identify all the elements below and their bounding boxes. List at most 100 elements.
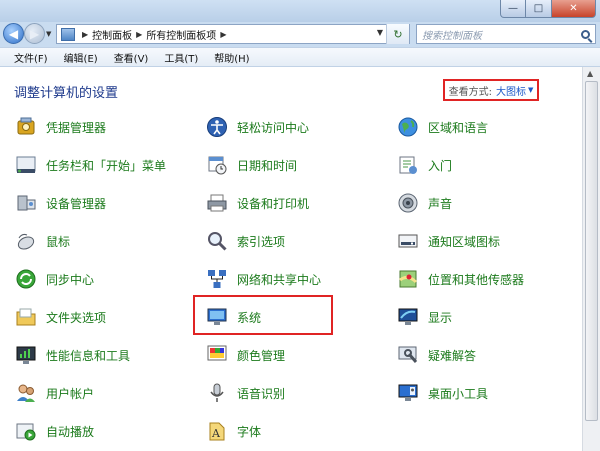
address-bar[interactable]: ▶ 控制面板 ▶ 所有控制面板项 ▶ ▼ ↻ (56, 24, 410, 44)
back-arrow-icon: ◀ (8, 26, 19, 41)
item-sound[interactable]: 声音 (396, 188, 452, 218)
troubleshooting-icon (396, 343, 420, 367)
system-highlight-box (193, 295, 333, 335)
item-ease-of-access[interactable]: 轻松访问中心 (205, 112, 309, 142)
item-indexing-options[interactable]: 索引选项 (205, 226, 285, 256)
item-region-language[interactable]: 区域和语言 (396, 112, 488, 142)
item-label: 桌面小工具 (428, 386, 489, 401)
getting-started-icon (396, 153, 420, 177)
view-by-label: 查看方式: (448, 86, 492, 98)
item-label: 文件夹选项 (46, 310, 107, 325)
item-speech-recognition[interactable]: 语音识别 (205, 378, 285, 408)
item-label: 区域和语言 (428, 120, 489, 135)
minimize-button[interactable]: — (500, 0, 526, 18)
taskbar-icon (14, 153, 38, 177)
item-label: 任务栏和「开始」菜单 (46, 158, 167, 173)
search-icon[interactable] (581, 29, 590, 39)
address-dropdown-icon[interactable]: ▼ (377, 28, 383, 37)
item-label: 设备管理器 (46, 196, 107, 211)
scroll-up-icon[interactable]: ▲ (587, 69, 593, 78)
navigation-bar: ◀ ▶ ▼ ▶ 控制面板 ▶ 所有控制面板项 ▶ ▼ ↻ 搜索控制面板 (0, 22, 600, 46)
item-label: 颜色管理 (237, 348, 286, 363)
sync-icon (14, 267, 38, 291)
refresh-icon: ↻ (393, 27, 403, 41)
menu-edit[interactable]: 编辑(E) (56, 50, 106, 65)
item-folder-options[interactable]: 文件夹选项 (14, 302, 106, 332)
menu-view[interactable]: 查看(V) (106, 50, 157, 65)
printer-icon (205, 191, 229, 215)
item-fonts[interactable]: A 字体 (205, 416, 261, 446)
users-icon (14, 381, 38, 405)
item-getting-started[interactable]: 入门 (396, 150, 452, 180)
chevron-down-icon[interactable]: ▼ (528, 86, 533, 94)
item-label: 位置和其他传感器 (428, 272, 525, 287)
back-button[interactable]: ◀ (3, 23, 24, 44)
item-label: 显示 (428, 310, 453, 325)
performance-icon (14, 343, 38, 367)
item-date-time[interactable]: 日期和时间 (205, 150, 297, 180)
vertical-scrollbar[interactable]: ▲ (582, 67, 600, 451)
microphone-icon (205, 381, 229, 405)
item-location-sensors[interactable]: 位置和其他传感器 (396, 264, 524, 294)
menu-bar: 文件(F) 编辑(E) 查看(V) 工具(T) 帮助(H) (0, 47, 600, 67)
maximize-button[interactable]: □ (526, 0, 552, 18)
item-sync-center[interactable]: 同步中心 (14, 264, 94, 294)
item-device-manager[interactable]: 设备管理器 (14, 188, 106, 218)
breadcrumb-all-items[interactable]: 所有控制面板项 (146, 27, 216, 42)
item-label: 通知区域图标 (428, 234, 501, 249)
recent-pages-dropdown-icon[interactable]: ▼ (46, 30, 51, 38)
item-label: 同步中心 (46, 272, 95, 287)
content-area: 调整计算机的设置 查看方式: 大图标 ▼ 凭据管理器 任务栏和「开始」菜单 设备… (0, 67, 582, 451)
item-label: 凭据管理器 (46, 120, 107, 135)
mouse-icon (14, 229, 38, 253)
item-troubleshooting[interactable]: 疑难解答 (396, 340, 476, 370)
item-notification-icons[interactable]: 通知区域图标 (396, 226, 500, 256)
menu-file[interactable]: 文件(F) (6, 50, 56, 65)
device-manager-icon (14, 191, 38, 215)
menu-help[interactable]: 帮助(H) (206, 50, 257, 65)
item-label: 语音识别 (237, 386, 286, 401)
notification-area-icon (396, 229, 420, 253)
network-icon (205, 267, 229, 291)
breadcrumb-separator-icon: ▶ (82, 29, 89, 39)
font-icon: A (205, 419, 229, 443)
menu-tools[interactable]: 工具(T) (156, 50, 206, 65)
item-desktop-gadgets[interactable]: 桌面小工具 (396, 378, 488, 408)
item-user-accounts[interactable]: 用户帐户 (14, 378, 94, 408)
item-taskbar-start-menu[interactable]: 任务栏和「开始」菜单 (14, 150, 166, 180)
view-by-selector[interactable]: 查看方式: 大图标 ▼ (443, 79, 539, 101)
search-input[interactable]: 搜索控制面板 (416, 24, 596, 44)
autoplay-icon (14, 419, 38, 443)
item-devices-printers[interactable]: 设备和打印机 (205, 188, 309, 218)
item-label: 轻松访问中心 (237, 120, 310, 135)
breadcrumb-separator-icon: ▶ (136, 29, 143, 39)
breadcrumb-control-panel[interactable]: 控制面板 (92, 27, 132, 42)
item-label: 疑难解答 (428, 348, 477, 363)
item-label: 字体 (237, 424, 262, 439)
credential-vault-icon (14, 115, 38, 139)
item-label: 鼠标 (46, 234, 71, 249)
item-display[interactable]: 显示 (396, 302, 452, 332)
page-title: 调整计算机的设置 (14, 86, 119, 101)
refresh-button[interactable]: ↻ (386, 24, 409, 44)
calendar-clock-icon (205, 153, 229, 177)
location-sensor-icon (396, 267, 420, 291)
item-label: 性能信息和工具 (46, 348, 131, 363)
scrollbar-thumb[interactable] (585, 81, 598, 421)
item-mouse[interactable]: 鼠标 (14, 226, 70, 256)
item-autoplay[interactable]: 自动播放 (14, 416, 94, 446)
item-credential-manager[interactable]: 凭据管理器 (14, 112, 106, 142)
forward-button[interactable]: ▶ (24, 23, 45, 44)
item-label: 自动播放 (46, 424, 95, 439)
close-icon: ✕ (569, 3, 578, 14)
ease-of-access-icon (205, 115, 229, 139)
item-performance[interactable]: 性能信息和工具 (14, 340, 130, 370)
view-by-value[interactable]: 大图标 (496, 83, 526, 98)
window-controls: — □ ✕ (500, 0, 596, 18)
svg-text:A: A (211, 427, 221, 440)
close-button[interactable]: ✕ (552, 0, 596, 18)
item-color-management[interactable]: 颜色管理 (205, 340, 285, 370)
item-network-sharing[interactable]: 网络和共享中心 (205, 264, 321, 294)
title-bar: — □ ✕ (0, 0, 600, 22)
folder-icon (14, 305, 38, 329)
